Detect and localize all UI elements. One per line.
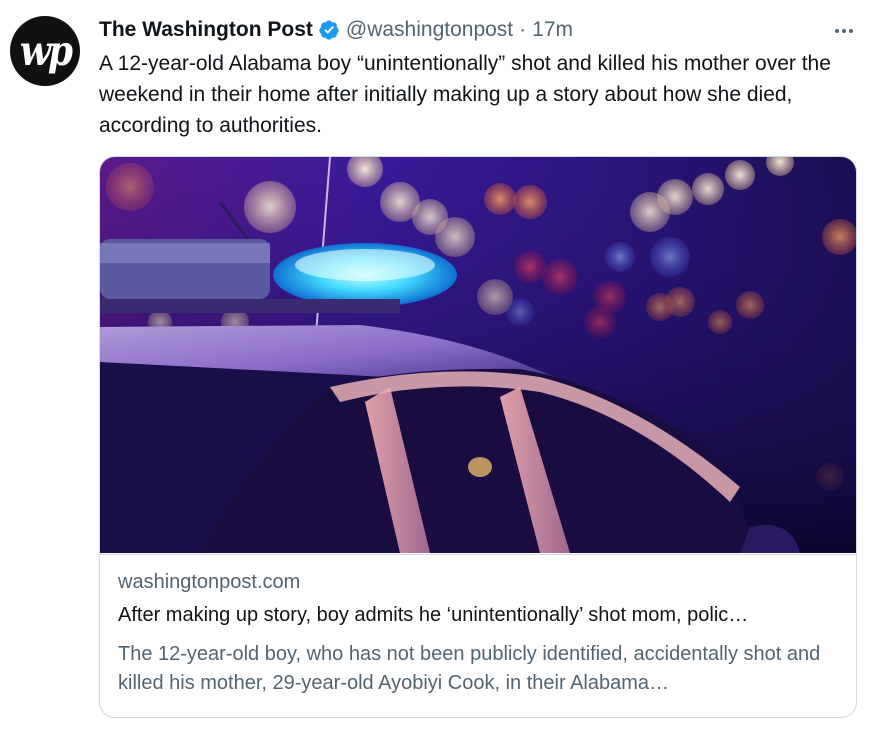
- author-display-name[interactable]: The Washington Post: [99, 18, 313, 42]
- dot: [849, 29, 853, 33]
- dot: [835, 29, 839, 33]
- separator-dot: ·: [519, 18, 527, 41]
- tweet-timestamp[interactable]: 17m: [532, 18, 573, 42]
- washington-post-logo: wp: [19, 26, 73, 76]
- police-car-lights-photo[interactable]: [100, 157, 856, 553]
- author-avatar[interactable]: wp: [10, 16, 80, 86]
- author-handle[interactable]: @washingtonpost: [346, 18, 513, 42]
- tweet-header: The Washington Post @washingtonpost · 17…: [99, 15, 573, 45]
- card-meta[interactable]: washingtonpost.com After making up story…: [100, 554, 856, 717]
- card-description: The 12-year-old boy, who has not been pu…: [118, 643, 821, 694]
- verified-badge-icon: [319, 20, 339, 40]
- tweet[interactable]: wp The Washington Post @washingtonpost ·…: [0, 0, 883, 730]
- card-domain: washingtonpost.com: [118, 571, 301, 593]
- dot: [842, 29, 846, 33]
- tweet-text: A 12-year-old Alabama boy “unintentional…: [99, 52, 831, 137]
- card-title: After making up story, boy admits he ‘un…: [118, 604, 749, 626]
- link-card[interactable]: washingtonpost.com After making up story…: [99, 156, 857, 718]
- more-options-icon[interactable]: [827, 14, 861, 48]
